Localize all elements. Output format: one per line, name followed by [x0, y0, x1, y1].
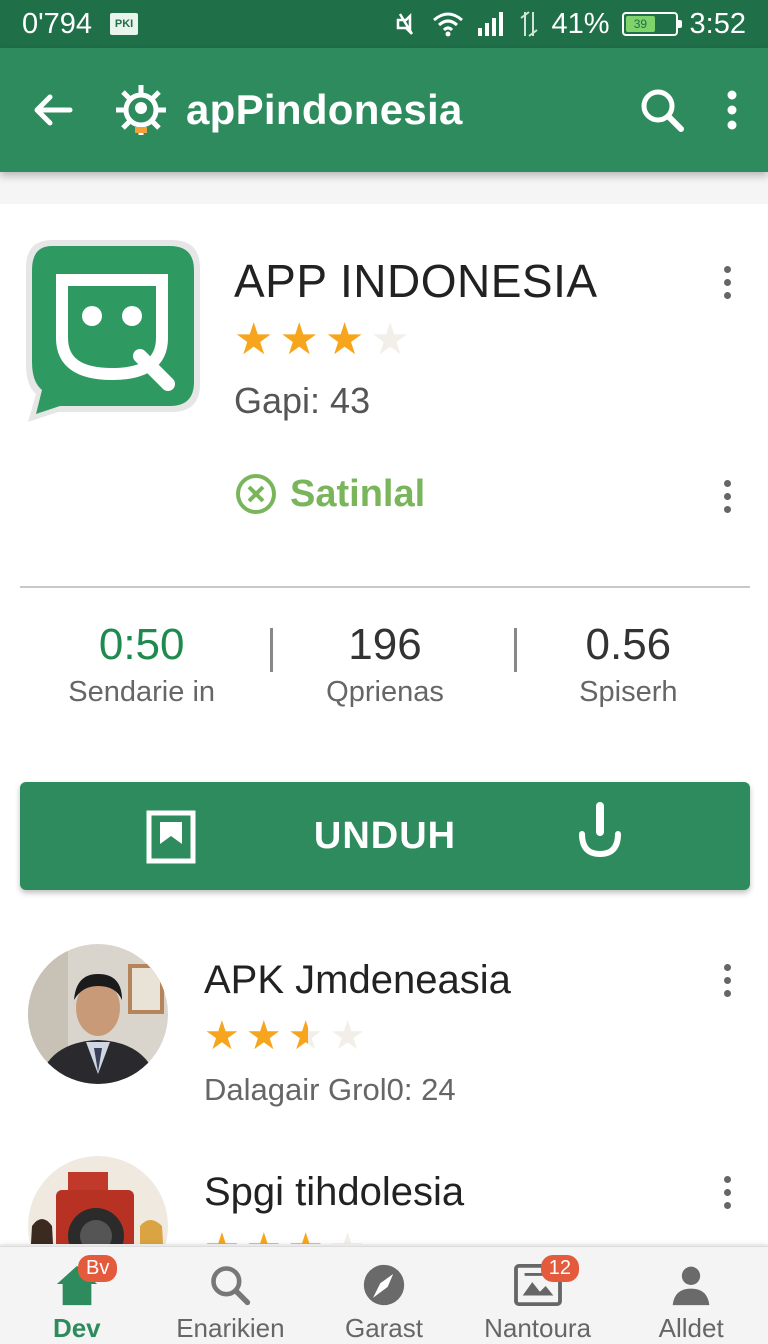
stat-item: 0.56 Spiserh	[507, 620, 750, 720]
app-detail-card: APP INDONESIA ★ ★ ★ ★ Gapi: 43 Satinlal …	[0, 204, 768, 1244]
star-icon: ★	[324, 315, 365, 364]
stat-value: 0:50	[98, 620, 185, 669]
stat-value: 196	[348, 620, 422, 669]
data-off-icon	[519, 11, 538, 37]
battery-level: 39	[625, 16, 656, 32]
sim-icon: PKI	[110, 13, 139, 35]
nav-item-media[interactable]: 12 Nantoura	[461, 1247, 615, 1344]
stat-item: 0:50 Sendarie in	[20, 620, 263, 720]
nav-item-profile[interactable]: Alldet	[614, 1247, 768, 1344]
status-left-text: 0'794	[22, 7, 93, 40]
list-item[interactable]: APK Jmdeneasia ★ ★ ★ ★ Dalagair Grol0: 2…	[0, 932, 768, 1112]
compass-icon	[363, 1264, 405, 1306]
list-item-title: APK Jmdeneasia	[204, 958, 511, 1002]
star-icon: ★	[279, 315, 319, 364]
list-item-stars: ★ ★ ★ ★	[204, 1016, 365, 1056]
person-icon	[672, 1266, 710, 1306]
avatar	[28, 1156, 168, 1244]
install-status: Satinlal	[234, 472, 425, 516]
divider	[20, 586, 750, 588]
stats-row: 0:50 Sendarie in 196 Qprienas 0.56 Spise…	[20, 620, 750, 720]
star-empty-icon: ★	[330, 1228, 366, 1244]
nav-item-compass[interactable]: Garast	[307, 1247, 461, 1344]
star-empty-icon: ★	[329, 1014, 366, 1058]
mute-icon	[396, 12, 413, 36]
app-rating-stars: ★ ★ ★ ★	[234, 318, 410, 362]
cancel-circle-icon	[236, 474, 276, 514]
install-status-label: Satinlal	[290, 472, 426, 515]
stat-label: Qprienas	[326, 676, 444, 708]
status-time: 3:52	[689, 7, 746, 40]
app-bar: apPindonesia	[0, 48, 768, 172]
wifi-icon	[432, 12, 463, 37]
nav-label: Alldet	[658, 1313, 724, 1343]
list-item-more-icon[interactable]	[717, 1176, 737, 1209]
nav-label: Garast	[344, 1313, 423, 1343]
download-label: UNDUH	[313, 814, 457, 857]
stat-value: 0.56	[585, 620, 672, 669]
battery-icon: 39	[621, 12, 682, 36]
star-icon: ★	[204, 1014, 240, 1058]
download-button[interactable]: UNDUH	[20, 782, 750, 890]
bottom-nav: Bv Dev Enarikien Garast 12 Nantoura Alld…	[0, 1246, 768, 1344]
list-item-subtitle: Dalagair Grol0: 24	[204, 1072, 456, 1107]
gear-logo-icon	[116, 85, 166, 135]
nav-item-home[interactable]: Bv Dev	[0, 1247, 154, 1344]
nav-badge: Bv	[78, 1255, 118, 1282]
battery-percent: 41%	[551, 7, 610, 40]
star-half-icon: ★	[287, 1014, 324, 1058]
stat-separator	[270, 628, 273, 672]
nav-label: Nantoura	[484, 1313, 592, 1343]
star-icon: ★	[245, 1014, 282, 1058]
app-meta: Gapi: 43	[234, 380, 371, 421]
back-arrow-icon	[34, 94, 73, 126]
stat-separator	[514, 628, 517, 672]
nav-item-search[interactable]: Enarikien	[154, 1247, 308, 1344]
star-icon: ★	[204, 1228, 240, 1244]
search-icon	[211, 1266, 251, 1306]
stat-label: Sendarie in	[68, 676, 216, 708]
app-icon	[26, 240, 200, 422]
more-vert-icon[interactable]	[726, 89, 738, 131]
search-icon[interactable]	[638, 86, 686, 134]
star-icon: ★	[246, 1228, 282, 1244]
stat-item: 196 Qprienas	[263, 620, 506, 720]
app-more-icon[interactable]	[717, 266, 737, 299]
signal-icon	[477, 12, 503, 36]
app-bar-title: apPindonesia	[186, 86, 463, 133]
star-icon: ★	[288, 1228, 324, 1244]
status-bar: 0'794 PKI 41% 39 3:52	[0, 0, 768, 48]
list-item[interactable]: Spgi tihdolesia ★ ★ ★ ★	[0, 1144, 768, 1244]
list-item-stars: ★ ★ ★ ★	[204, 1228, 365, 1244]
nav-badge: 12	[540, 1255, 580, 1282]
app-name: APP INDONESIA	[234, 255, 598, 307]
list-item-title: Spgi tihdolesia	[204, 1170, 465, 1214]
star-empty-icon: ★	[370, 315, 410, 364]
status-more-icon[interactable]	[717, 480, 737, 513]
nav-label: Enarikien	[176, 1313, 285, 1343]
nav-label: Dev	[52, 1313, 101, 1343]
download-arrow-icon	[579, 802, 621, 858]
list-item-more-icon[interactable]	[717, 964, 737, 997]
back-button[interactable]	[30, 86, 78, 134]
avatar	[28, 944, 168, 1084]
stat-label: Spiserh	[579, 676, 678, 708]
star-icon: ★	[234, 315, 274, 364]
